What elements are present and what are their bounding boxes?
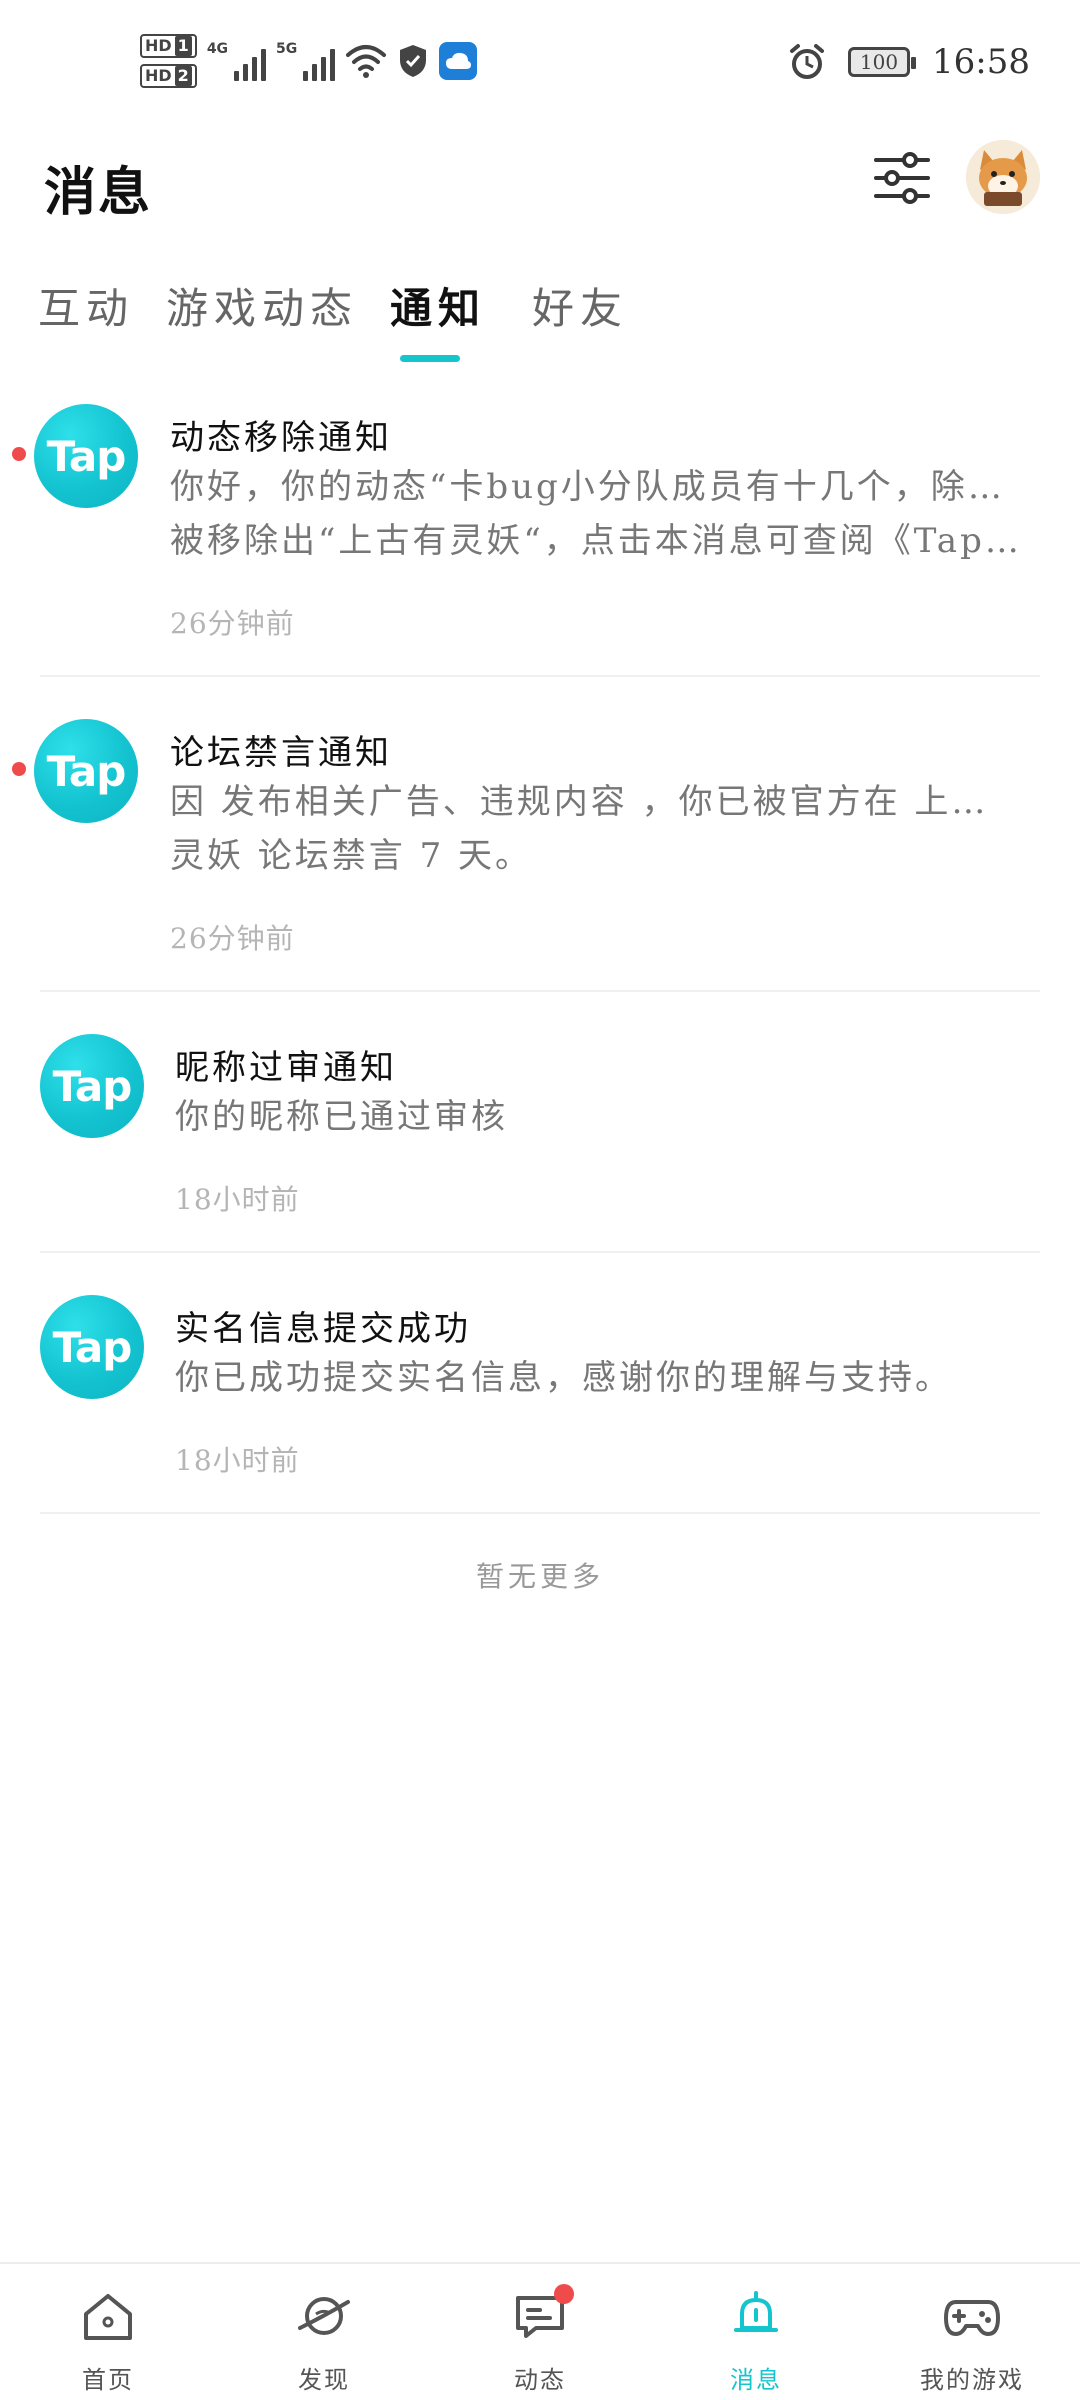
notification-title: 动态移除通知 — [170, 418, 392, 458]
wifi-icon — [346, 45, 387, 78]
tab-notifications[interactable]: 通知 — [390, 275, 486, 336]
tap-logo-icon: Tap — [40, 1295, 144, 1399]
weather-app-icon — [439, 42, 478, 80]
tap-logo-icon: Tap — [40, 1034, 144, 1138]
header: 消息 — [0, 140, 1080, 250]
bottom-nav: 首页 发现 动态 消息 我的游戏 — [0, 2262, 1080, 2400]
notification-item[interactable]: Tap 昵称过审通知 你的昵称已通过审核 18小时前 — [0, 1020, 1080, 1253]
no-more-text: 暂无更多 — [475, 1560, 604, 1593]
nav-discover[interactable]: 发现 — [244, 2264, 404, 2400]
signal-5g-icon: 5G — [276, 41, 336, 81]
status-right: 100 16:58 — [788, 42, 1030, 82]
tap-logo-icon: Tap — [34, 719, 138, 823]
nav-feed-label: 动态 — [514, 2366, 566, 2394]
unread-dot — [12, 762, 26, 776]
nav-my-games-label: 我的游戏 — [920, 2366, 1024, 2394]
signal-4g-icon: 4G — [207, 41, 267, 81]
notification-body-line: 你的昵称已通过审核 — [175, 1097, 508, 1137]
tab-game-updates[interactable]: 游戏动态 — [166, 275, 358, 336]
nav-feed-badge — [554, 2284, 574, 2304]
notification-time: 18小时前 — [175, 1183, 300, 1216]
notification-item[interactable]: Tap 实名信息提交成功 你已成功提交实名信息，感谢你的理解与支持。 18小时前 — [0, 1281, 1080, 1514]
nav-home[interactable]: 首页 — [28, 2264, 188, 2400]
bell-icon — [734, 2291, 778, 2332]
unread-dot — [12, 447, 26, 461]
divider — [40, 1512, 1040, 1514]
divider — [40, 675, 1040, 677]
notification-body: 你的昵称已通过审核 — [175, 1090, 1025, 1144]
nav-messages-label: 消息 — [730, 2366, 782, 2394]
notification-body-line: 被移除出“上古有灵妖“，点击本消息可查阅《Tap… — [170, 521, 1020, 561]
planet-icon — [298, 2297, 350, 2335]
notification-item[interactable]: Tap 动态移除通知 你好，你的动态“卡bug小分队成员有十几个，除”已 被移除… — [0, 390, 1080, 677]
divider — [40, 1251, 1040, 1253]
nav-feed[interactable]: 动态 — [460, 2264, 620, 2400]
message-tabs: 互动 游戏动态 通知 好友 — [0, 275, 1080, 375]
notification-body-line: 你好，你的动态“卡bug小分队成员有十几个，除”已 — [170, 467, 1020, 507]
tap-logo-icon: Tap — [34, 404, 138, 508]
notification-time: 26分钟前 — [170, 607, 295, 640]
status-left: HD 1 HD 2 4G 5G — [140, 34, 478, 88]
screen: HD 1 HD 2 4G 5G 100 16:58 消息 互动 游戏动态 通知 … — [0, 0, 1080, 2400]
notification-body-line: 因 发布相关广告、违规内容 ，你已被官方在 上古有 — [170, 782, 1020, 822]
notification-item[interactable]: Tap 论坛禁言通知 因 发布相关广告、违规内容 ，你已被官方在 上古有 灵妖 … — [0, 705, 1080, 992]
notification-title: 论坛禁言通知 — [170, 733, 392, 773]
gamepad-icon — [944, 2300, 1000, 2336]
nav-messages[interactable]: 消息 — [676, 2264, 836, 2400]
clock: 16:58 — [932, 42, 1030, 82]
home-icon — [84, 2294, 132, 2340]
notification-title: 昵称过审通知 — [175, 1048, 397, 1088]
user-avatar[interactable] — [966, 140, 1040, 214]
notification-time: 26分钟前 — [170, 922, 295, 955]
page-title: 消息 — [44, 162, 153, 223]
shield-icon — [400, 45, 427, 77]
nav-home-label: 首页 — [82, 2366, 134, 2394]
notification-body: 你好，你的动态“卡bug小分队成员有十几个，除”已 被移除出“上古有灵妖“，点击… — [170, 460, 1020, 568]
nav-my-games[interactable]: 我的游戏 — [892, 2264, 1052, 2400]
notification-body: 你已成功提交实名信息，感谢你的理解与支持。 — [175, 1351, 1025, 1405]
active-tab-indicator — [400, 355, 460, 362]
hd-sim1-badge: HD 1 — [140, 34, 197, 58]
notification-body-line: 灵妖 论坛禁言 7 天。 — [170, 836, 533, 876]
tab-interaction[interactable]: 互动 — [38, 275, 134, 336]
hd-sim2-badge: HD 2 — [140, 64, 197, 88]
notification-body: 因 发布相关广告、违规内容 ，你已被官方在 上古有 灵妖 论坛禁言 7 天。 — [170, 775, 1020, 883]
sim-indicators: HD 1 HD 2 — [140, 34, 197, 88]
tab-friends[interactable]: 好友 — [532, 275, 628, 336]
status-bar: HD 1 HD 2 4G 5G 100 16:58 — [0, 0, 1080, 130]
notification-body-line: 你已成功提交实名信息，感谢你的理解与支持。 — [175, 1358, 952, 1398]
notification-time: 18小时前 — [175, 1444, 300, 1477]
alarm-icon — [790, 44, 825, 79]
divider — [40, 990, 1040, 992]
battery-level: 100 — [859, 50, 899, 74]
battery-icon: 100 — [848, 47, 917, 77]
filter-settings-button[interactable] — [870, 146, 934, 210]
notification-title: 实名信息提交成功 — [175, 1309, 471, 1349]
nav-discover-label: 发现 — [298, 2366, 350, 2394]
